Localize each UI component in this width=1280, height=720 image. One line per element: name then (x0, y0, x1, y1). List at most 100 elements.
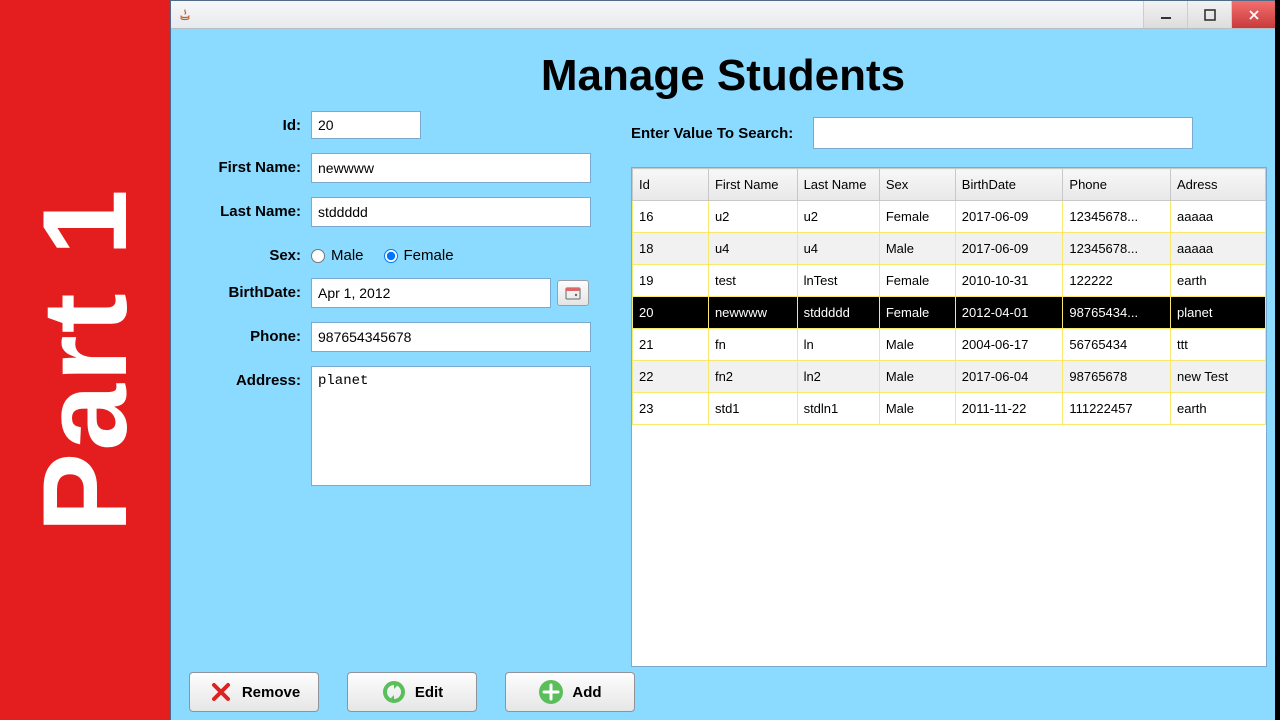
last-name-field[interactable] (311, 197, 591, 227)
search-label: Enter Value To Search: (631, 125, 793, 142)
male-text: Male (331, 247, 364, 264)
table-cell: 12345678... (1063, 233, 1171, 265)
table-cell: Male (879, 361, 955, 393)
table-cell: 2017-06-04 (955, 361, 1063, 393)
table-row[interactable]: 21fnlnMale2004-06-1756765434ttt (633, 329, 1266, 361)
table-cell: u4 (708, 233, 797, 265)
students-table-container[interactable]: IdFirst NameLast NameSexBirthDatePhoneAd… (631, 167, 1267, 667)
first-name-field[interactable] (311, 153, 591, 183)
table-header[interactable]: BirthDate (955, 169, 1063, 201)
maximize-button[interactable] (1187, 1, 1231, 28)
table-row[interactable]: 18u4u4Male2017-06-0912345678...aaaaa (633, 233, 1266, 265)
table-cell: 12345678... (1063, 201, 1171, 233)
table-cell: 2017-06-09 (955, 201, 1063, 233)
female-radio-label[interactable]: Female (384, 247, 454, 264)
table-header[interactable]: Adress (1171, 169, 1266, 201)
table-cell: 2017-06-09 (955, 233, 1063, 265)
students-table: IdFirst NameLast NameSexBirthDatePhoneAd… (632, 168, 1266, 425)
edit-button-label: Edit (415, 684, 443, 701)
add-button[interactable]: Add (505, 672, 635, 712)
table-cell: earth (1171, 393, 1266, 425)
table-cell: new Test (1171, 361, 1266, 393)
table-cell: Female (879, 265, 955, 297)
table-cell: 56765434 (1063, 329, 1171, 361)
table-cell: Male (879, 329, 955, 361)
female-text: Female (404, 247, 454, 264)
table-header[interactable]: Sex (879, 169, 955, 201)
table-cell: aaaaa (1171, 201, 1266, 233)
table-cell: u2 (708, 201, 797, 233)
table-cell: Male (879, 393, 955, 425)
table-row[interactable]: 19testlnTestFemale2010-10-31122222earth (633, 265, 1266, 297)
table-header[interactable]: First Name (708, 169, 797, 201)
table-cell: 21 (633, 329, 709, 361)
date-picker-button[interactable] (557, 280, 589, 306)
table-cell: Female (879, 201, 955, 233)
table-cell: 2011-11-22 (955, 393, 1063, 425)
minimize-button[interactable] (1143, 1, 1187, 28)
remove-x-icon (208, 679, 234, 705)
sex-label: Sex: (191, 241, 301, 264)
birth-date-label: BirthDate: (191, 278, 301, 301)
search-input[interactable] (813, 117, 1193, 149)
table-cell: 19 (633, 265, 709, 297)
table-cell: fn (708, 329, 797, 361)
table-row[interactable]: 20newwwwstdddddFemale2012-04-0198765434.… (633, 297, 1266, 329)
table-cell: fn2 (708, 361, 797, 393)
remove-button[interactable]: Remove (189, 672, 319, 712)
table-header[interactable]: Phone (1063, 169, 1171, 201)
close-button[interactable] (1231, 1, 1275, 28)
table-cell: 98765678 (1063, 361, 1171, 393)
table-cell: 18 (633, 233, 709, 265)
table-cell: Male (879, 233, 955, 265)
table-row[interactable]: 16u2u2Female2017-06-0912345678...aaaaa (633, 201, 1266, 233)
male-radio[interactable] (311, 249, 325, 263)
phone-label: Phone: (191, 322, 301, 345)
birth-date-field[interactable] (311, 278, 551, 308)
table-cell: 2012-04-01 (955, 297, 1063, 329)
table-cell: 2010-10-31 (955, 265, 1063, 297)
video-side-band: Part 1 (0, 0, 170, 720)
address-label: Address: (191, 366, 301, 389)
table-header[interactable]: Last Name (797, 169, 879, 201)
student-form: Id: First Name: Last Name: Sex: Male (191, 111, 611, 712)
calendar-icon (565, 286, 581, 300)
table-cell: newwww (708, 297, 797, 329)
table-cell: ln2 (797, 361, 879, 393)
male-radio-label[interactable]: Male (311, 247, 364, 264)
table-cell: earth (1171, 265, 1266, 297)
remove-button-label: Remove (242, 684, 300, 701)
add-button-label: Add (572, 684, 601, 701)
phone-field[interactable] (311, 322, 591, 352)
edit-button[interactable]: Edit (347, 672, 477, 712)
female-radio[interactable] (384, 249, 398, 263)
id-field[interactable] (311, 111, 421, 139)
table-cell: std1 (708, 393, 797, 425)
table-cell: ln (797, 329, 879, 361)
address-field[interactable] (311, 366, 591, 486)
side-band-label: Part 1 (16, 187, 154, 533)
window-titlebar (171, 1, 1275, 29)
table-cell: 23 (633, 393, 709, 425)
table-cell: lnTest (797, 265, 879, 297)
table-cell: test (708, 265, 797, 297)
table-row[interactable]: 23std1stdln1Male2011-11-22111222457earth (633, 393, 1266, 425)
page-title: Manage Students (171, 29, 1275, 123)
table-cell: planet (1171, 297, 1266, 329)
table-cell: stddddd (797, 297, 879, 329)
table-cell: stdln1 (797, 393, 879, 425)
refresh-icon (381, 679, 407, 705)
table-cell: Female (879, 297, 955, 329)
table-cell: u4 (797, 233, 879, 265)
first-name-label: First Name: (191, 153, 301, 176)
app-window: Manage Students Id: First Name: Last Nam… (170, 0, 1275, 720)
last-name-label: Last Name: (191, 197, 301, 220)
table-cell: aaaaa (1171, 233, 1266, 265)
table-row[interactable]: 22fn2ln2Male2017-06-0498765678new Test (633, 361, 1266, 393)
table-cell: 98765434... (1063, 297, 1171, 329)
add-plus-icon (538, 679, 564, 705)
table-header[interactable]: Id (633, 169, 709, 201)
table-cell: ttt (1171, 329, 1266, 361)
table-cell: 2004-06-17 (955, 329, 1063, 361)
java-cup-icon (177, 7, 193, 23)
